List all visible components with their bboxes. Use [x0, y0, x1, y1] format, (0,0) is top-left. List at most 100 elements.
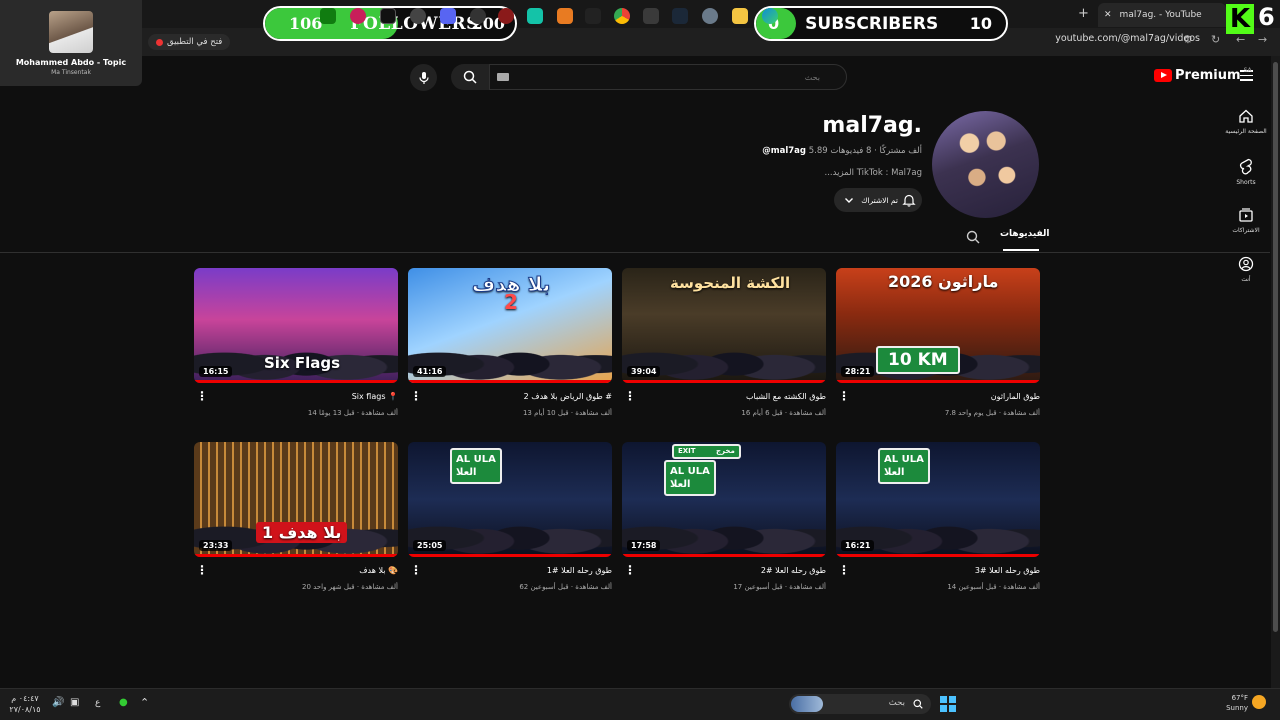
sidebar-label: أنت — [1241, 276, 1251, 283]
forward-icon[interactable]: → — [1258, 33, 1267, 46]
channel-more[interactable]: ...المزيد — [825, 168, 855, 178]
video-card[interactable]: الكشة المنحوسة 39:04 ⋮ طوق الكشته مع الش… — [622, 268, 826, 428]
video-thumbnail[interactable]: الكشة المنحوسة 39:04 — [622, 268, 826, 383]
speaker-icon[interactable]: 🔊 — [52, 697, 64, 708]
channel-search-button[interactable] — [966, 229, 980, 248]
video-thumbnail[interactable]: AL ULA العلا 16:21 — [836, 442, 1040, 557]
search-icon — [913, 699, 923, 709]
chrome-icon[interactable] — [614, 8, 630, 24]
tab-close-icon[interactable]: ✕ — [1104, 10, 1112, 20]
file-explorer-icon[interactable] — [732, 8, 748, 24]
more-options-icon[interactable]: ⋮ — [410, 564, 422, 576]
video-thumbnail[interactable]: EXIT مخرج AL ULA العلا 17:58 — [622, 442, 826, 557]
steam-icon[interactable] — [672, 8, 688, 24]
video-meta: 14 ألف مشاهدة · قبل أسبوعين — [947, 583, 1040, 591]
clock-time: ٠٤:٤٧ م — [11, 694, 39, 703]
video-card[interactable]: AL ULA العلا 16:21 ⋮ طوق رحله العلا #3 1… — [836, 442, 1040, 602]
capcut-icon[interactable] — [470, 8, 486, 24]
more-options-icon[interactable]: ⋮ — [838, 390, 850, 402]
xbox-icon[interactable] — [320, 8, 336, 24]
more-options-icon[interactable]: ⋮ — [624, 390, 636, 402]
more-options-icon[interactable]: ⋮ — [196, 390, 208, 402]
sidebar-item-shorts[interactable]: Shorts — [1224, 157, 1268, 186]
video-thumbnail[interactable]: AL ULA العلا 25:05 — [408, 442, 612, 557]
input-language[interactable]: ع — [95, 698, 100, 708]
scrollbar-thumb[interactable] — [1273, 62, 1278, 632]
video-card[interactable]: AL ULA العلا 25:05 ⋮ طوق رحله العلا #1 6… — [408, 442, 612, 602]
watch-progress — [408, 380, 612, 383]
thumbnail-sign: AL ULA العلا — [450, 448, 502, 484]
video-title[interactable]: بلا هدف 🎨 — [208, 566, 398, 575]
video-card[interactable]: Six Flags 16:15 ⋮ Six flags 📍 14 ألف مشا… — [194, 268, 398, 428]
search-button[interactable] — [451, 64, 489, 90]
subscribers-goal: 10 — [969, 14, 992, 33]
reload-icon[interactable]: ↻ — [1211, 33, 1220, 46]
weather-widget[interactable]: 67°F Sunny — [1224, 693, 1248, 713]
windows-start-icon[interactable] — [940, 696, 956, 712]
edge-icon[interactable] — [762, 8, 778, 24]
channel-handle[interactable]: @mal7ag — [762, 146, 806, 156]
capcut-alt-icon[interactable] — [585, 8, 601, 24]
open-in-app-button[interactable]: فتح في التطبيق — [148, 34, 231, 50]
app-icon-grey[interactable] — [643, 8, 659, 24]
mic-active-icon[interactable]: ● — [119, 697, 128, 708]
app-icon-orange[interactable] — [557, 8, 573, 24]
voice-search-button[interactable] — [410, 64, 437, 91]
youtube-play-icon — [1154, 69, 1172, 82]
app-icon-teal[interactable] — [527, 8, 543, 24]
more-options-icon[interactable]: ⋮ — [838, 564, 850, 576]
more-options-icon[interactable]: ⋮ — [410, 390, 422, 402]
video-card[interactable]: EXIT مخرج AL ULA العلا 17:58 ⋮ طوق رحله … — [622, 442, 826, 602]
sidebar-item-subscriptions[interactable]: الاشتراكات — [1224, 207, 1268, 234]
app-icon-pink[interactable] — [350, 8, 366, 24]
thumbnail-sign: 10 KM — [876, 346, 960, 374]
tiktok-icon[interactable] — [380, 8, 396, 24]
video-title[interactable]: طوق الرياض بلا هدف 2 # — [422, 392, 612, 401]
new-tab-button[interactable]: + — [1078, 6, 1089, 21]
tab-videos[interactable]: الفيديوهات — [1000, 229, 1050, 239]
discord-icon[interactable] — [440, 8, 456, 24]
address-bar[interactable]: youtube.com/@mal7ag/videos — [1000, 33, 1200, 44]
back-icon[interactable]: ← — [1236, 33, 1245, 46]
thumbnail-title: بلا هدف 1 — [256, 522, 348, 543]
video-card[interactable]: بلا هدف 1 23:33 ⋮ بلا هدف 🎨 20 ألف مشاهد… — [194, 442, 398, 602]
video-title[interactable]: Six flags 📍 — [208, 392, 398, 401]
video-title[interactable]: طوق رحله العلا #3 — [850, 566, 1040, 575]
video-title[interactable]: طوق الكشته مع الشباب — [636, 392, 826, 401]
channel-description[interactable]: ...المزيد TikTok : Mal7ag — [620, 168, 922, 178]
more-options-icon[interactable]: ⋮ — [196, 564, 208, 576]
youtube-logo[interactable]: Premium SA — [1154, 67, 1252, 83]
system-clock[interactable]: ٠٤:٤٧ م ٢٧/٠٨/١٥ — [8, 693, 42, 715]
app-icon-red[interactable] — [498, 8, 514, 24]
settings-icon[interactable] — [702, 8, 718, 24]
video-title[interactable]: طوق رحله العلا #1 — [422, 566, 612, 575]
video-thumbnail[interactable]: بلا هدف 1 23:33 — [194, 442, 398, 557]
taskbar-search[interactable]: بحث — [789, 694, 931, 714]
video-title[interactable]: طوق الماراثون — [850, 392, 1040, 401]
browser-tab[interactable]: ✕ mal7ag. - YouTube — [1098, 3, 1226, 27]
scrollbar[interactable] — [1271, 56, 1280, 688]
channel-avatar[interactable] — [932, 111, 1039, 218]
search-input[interactable]: بحث — [489, 64, 847, 90]
obs-icon[interactable] — [410, 8, 426, 24]
sidebar-item-home[interactable]: الصفحة الرئيسية — [1224, 108, 1268, 135]
keyboard-icon[interactable] — [497, 73, 509, 81]
video-meta: 16 ألف مشاهدة · قبل 6 أيام — [741, 409, 826, 417]
video-card[interactable]: ماراثون 2026 10 KM 28:21 ⋮ طوق الماراثون… — [836, 268, 1040, 428]
video-title[interactable]: طوق رحله العلا #2 — [636, 566, 826, 575]
video-meta: 14 ألف مشاهدة · قبل 13 يومًا — [307, 409, 398, 417]
video-duration: 16:15 — [199, 366, 233, 377]
video-thumbnail[interactable]: ماراثون 2026 10 KM 28:21 — [836, 268, 1040, 383]
more-options-icon[interactable]: ⋮ — [624, 564, 636, 576]
sidebar-item-you[interactable]: أنت — [1224, 256, 1268, 283]
shorts-icon — [1239, 158, 1252, 175]
sidebar-label: الاشتراكات — [1232, 227, 1260, 234]
video-thumbnail[interactable]: بلا هدف 2 41:16 — [408, 268, 612, 383]
subscribed-button[interactable]: تم الاشتراك — [834, 188, 922, 212]
sign-text-ar: العلا — [670, 479, 691, 490]
video-thumbnail[interactable]: Six Flags 16:15 — [194, 268, 398, 383]
network-icon[interactable]: ▣ — [70, 697, 79, 708]
video-card[interactable]: بلا هدف 2 41:16 ⋮ طوق الرياض بلا هدف 2 #… — [408, 268, 612, 428]
tray-chevron-icon[interactable]: ⌃ — [140, 696, 149, 709]
search-icon — [463, 70, 477, 84]
